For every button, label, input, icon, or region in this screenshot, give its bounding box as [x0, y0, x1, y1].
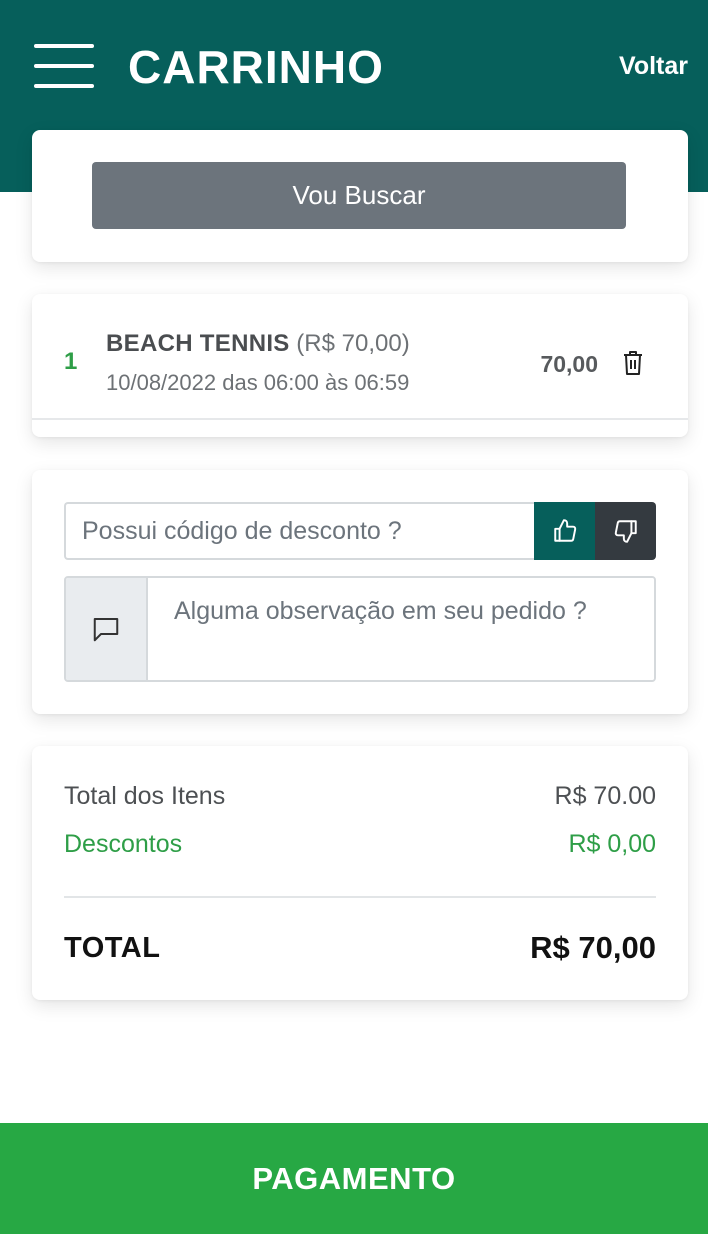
cart-screen: CARRINHO Voltar Vou Buscar 1 BEACH TENNI…: [0, 0, 708, 1234]
trash-icon[interactable]: [622, 350, 644, 376]
pickup-card: Vou Buscar: [32, 130, 688, 262]
payment-button[interactable]: PAGAMENTO: [0, 1123, 708, 1234]
thumbs-up-icon: [553, 519, 576, 542]
message-square-icon: [93, 618, 119, 642]
thumbs-down-icon: [614, 520, 637, 543]
item-unit-price: (R$ 70,00): [296, 330, 410, 357]
items-total-value: R$ 70.00: [554, 782, 656, 810]
summary-divider: [64, 896, 656, 898]
apply-coupon-button[interactable]: [534, 502, 595, 560]
note-textarea[interactable]: [150, 578, 654, 680]
items-total-label: Total dos Itens: [64, 782, 226, 810]
note-field-group: [64, 576, 656, 682]
pickup-button[interactable]: Vou Buscar: [92, 162, 626, 229]
item-schedule: 10/08/2022 das 06:00 às 06:59: [106, 370, 410, 395]
grand-total-label: TOTAL: [64, 932, 161, 964]
coupon-input[interactable]: [64, 502, 534, 560]
remove-coupon-button[interactable]: [595, 502, 656, 560]
item-name: BEACH TENNIS: [106, 330, 290, 357]
menu-icon[interactable]: [34, 44, 94, 90]
back-link[interactable]: Voltar: [619, 52, 688, 81]
discount-value: R$ 0,00: [568, 830, 656, 858]
discount-label: Descontos: [64, 830, 183, 858]
note-addon: [66, 578, 148, 680]
item-title: BEACH TENNIS (R$ 70,00): [106, 330, 410, 358]
item-quantity: 1: [64, 348, 78, 375]
cart-items-card: 1 BEACH TENNIS (R$ 70,00) 10/08/2022 das…: [32, 294, 688, 437]
grand-total-value: R$ 70,00: [530, 930, 656, 965]
summary-card: Total dos Itens R$ 70.00 Descontos R$ 0,…: [32, 746, 688, 1000]
cart-item-row: 1 BEACH TENNIS (R$ 70,00) 10/08/2022 das…: [32, 294, 688, 420]
page-title: CARRINHO: [128, 41, 384, 93]
coupon-card: [32, 470, 688, 714]
item-price: 70,00: [540, 351, 598, 377]
